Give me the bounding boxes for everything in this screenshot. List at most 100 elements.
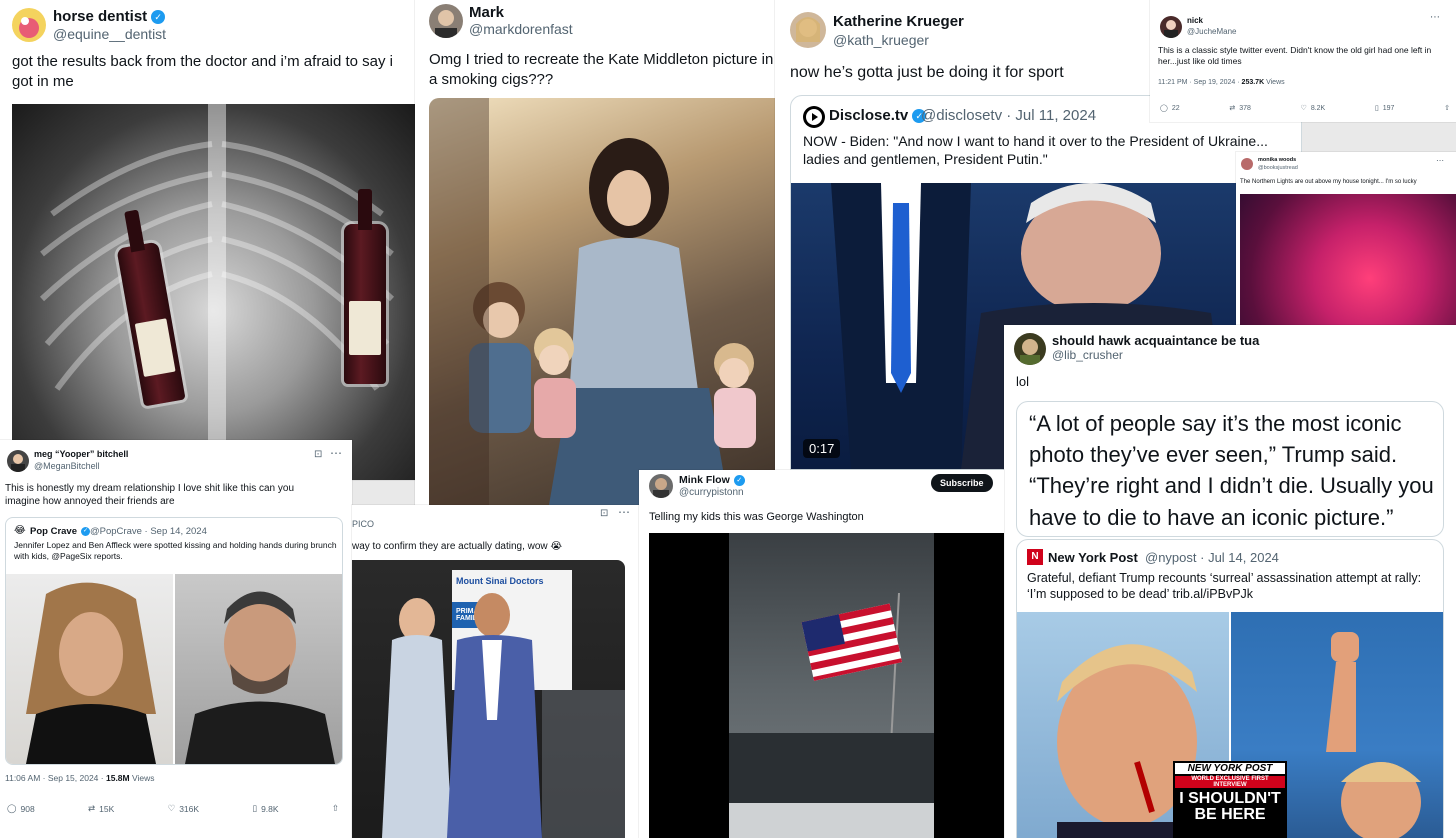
author-name[interactable]: Mink Flow ✓ — [679, 474, 745, 486]
author-name[interactable]: should hawk acquaintance be tua — [1052, 333, 1259, 348]
more-options-icon[interactable]: ⋯ — [618, 505, 630, 519]
quote-author: New York Post — [1048, 550, 1138, 565]
quote-author: Pop Crave ✓ — [30, 526, 90, 537]
avatar[interactable] — [649, 474, 673, 498]
tweet-mark: Mark @markdorenfast Omg I tried to recre… — [415, 0, 775, 505]
heart-icon: ♡ — [1300, 105, 1307, 112]
video-duration: 0:17 — [803, 439, 841, 458]
share-button[interactable]: ⇧ — [1444, 104, 1450, 112]
avatar[interactable] — [1014, 333, 1046, 365]
cover-subtitle: WORLD EXCLUSIVE FIRST INTERVIEW — [1175, 776, 1285, 788]
avatar[interactable] — [1241, 158, 1253, 170]
tweet-meta: 11:21 PM · Sep 19, 2024 · 253.7K Views — [1158, 79, 1285, 86]
reply-button[interactable]: ◯ 22 — [1160, 104, 1180, 113]
nypost-cover: NEW YORK POST WORLD EXCLUSIVE FIRST INTE… — [1173, 761, 1287, 838]
author-handle[interactable]: @markdorenfast — [469, 21, 573, 37]
bookmark-icon: ▯ — [252, 803, 258, 813]
more-options-icon[interactable]: ⋯ — [1436, 156, 1444, 165]
quoted-tweet-nypost[interactable]: N New York Post @nypost · Jul 14, 2024 G… — [1016, 539, 1444, 838]
avatar[interactable] — [429, 4, 463, 38]
reply-icon: ◯ — [1160, 105, 1168, 112]
flag-video[interactable] — [649, 533, 1004, 838]
quote-handle: @disclosetv · Jul 11, 2024 — [921, 107, 1097, 124]
retweet-button[interactable]: ⇄ 378 — [1229, 104, 1251, 113]
tweet-text: This is honestly my dream relationship I… — [5, 483, 295, 507]
tweet-horse-dentist: horse dentist ✓ @equine__dentist got the … — [0, 0, 415, 480]
verified-icon: ✓ — [81, 526, 90, 536]
action-bar: ◯ 908 ⇄ 15K ♡ 316K ▯ 9.8K ⇧ — [7, 803, 339, 814]
retweet-icon: ⇄ — [88, 803, 96, 813]
author-name[interactable]: horse dentist ✓ — [53, 8, 166, 25]
tweet-text: Telling my kids this was George Washingt… — [649, 511, 864, 523]
author-handle[interactable]: @JucheMane — [1187, 27, 1236, 36]
bookmark-button[interactable]: ▯ 9.8K — [252, 803, 278, 814]
tweet-text: lol — [1016, 374, 1030, 389]
jlo-portrait — [26, 582, 156, 764]
bookmark-icon: ▯ — [1374, 105, 1379, 112]
verified-icon: ✓ — [151, 10, 166, 25]
share-button[interactable]: ⇧ — [332, 803, 339, 814]
american-flag — [729, 592, 934, 838]
cover-headline: I SHOULDN'T BE HERE — [1179, 790, 1281, 823]
ben-image[interactable] — [175, 574, 342, 764]
quote-handle: @nypost · Jul 14, 2024 — [1145, 550, 1279, 565]
author-handle[interactable]: @booksjustread — [1258, 165, 1298, 171]
like-button[interactable]: ♡ 8.2K — [1300, 104, 1326, 113]
author-name[interactable]: monika woods — [1258, 157, 1296, 163]
quote-handle: @PopCrave · Sep 14, 2024 — [90, 526, 207, 537]
author-handle[interactable]: @lib_crusher — [1052, 348, 1123, 362]
verified-icon: ✓ — [733, 474, 745, 486]
reply-icon: ◯ — [7, 803, 17, 813]
tweet-couple: PICO ⊡ ⋯ way to confirm they are actuall… — [352, 505, 639, 838]
tweet-lib-crusher: should hawk acquaintance be tua @lib_cru… — [1004, 325, 1456, 838]
heart-icon: ♡ — [167, 803, 176, 813]
bookmark-button[interactable]: ▯ 197 — [1374, 104, 1395, 113]
family-smoking-image[interactable] — [429, 98, 775, 505]
couple-figures — [382, 593, 625, 838]
grok-icon[interactable]: ⊡ — [314, 449, 322, 460]
reply-button[interactable]: ◯ 908 — [7, 803, 35, 814]
more-options-icon[interactable]: ⋯ — [330, 446, 342, 460]
tweet-text: got the results back from the doctor and… — [12, 53, 394, 90]
quote-text: Jennifer Lopez and Ben Affleck were spot… — [14, 540, 337, 562]
author-name[interactable]: meg “Yooper” bitchell — [34, 449, 128, 459]
avatar[interactable] — [1160, 16, 1182, 38]
quote-big-text: “A lot of people say it’s the most iconi… — [1029, 411, 1434, 530]
more-options-icon[interactable]: ⋯ — [1430, 12, 1440, 23]
cover-masthead: NEW YORK POST — [1175, 763, 1285, 774]
subscribe-button[interactable]: Subscribe — [931, 474, 993, 492]
author-handle-fragment: PICO — [352, 519, 375, 529]
author-name[interactable]: nick — [1187, 16, 1203, 25]
quoted-tweet-popcrave[interactable]: 😂 Pop Crave ✓ @PopCrave · Sep 14, 2024 Je… — [5, 517, 343, 765]
tweet-text: Omg I tried to recreate the Kate Middlet… — [429, 51, 774, 88]
tweet-text: This is a classic style twitter event. D… — [1158, 45, 1432, 67]
author-name[interactable]: Mark — [469, 4, 504, 21]
xray-image[interactable] — [12, 104, 415, 480]
jlo-image[interactable] — [6, 574, 173, 764]
wine-bottle-right — [344, 188, 386, 384]
author-handle[interactable]: @kath_krueger — [833, 32, 929, 48]
author-handle[interactable]: @MeganBitchell — [34, 461, 100, 471]
quote-author: Disclose.tv ✓ — [829, 107, 927, 124]
like-button[interactable]: ♡ 316K — [168, 803, 199, 814]
tweet-text: The Northern Lights are out above my hou… — [1240, 179, 1417, 185]
author-handle[interactable]: @currypistonn — [679, 487, 744, 498]
retweet-button[interactable]: ⇄ 15K — [88, 803, 114, 814]
share-icon: ⇧ — [1444, 105, 1450, 112]
nypost-logo-icon: N — [1027, 549, 1043, 565]
avatar[interactable] — [790, 12, 826, 48]
quote-card[interactable]: “A lot of people say it’s the most iconi… — [1016, 401, 1444, 537]
tweet-nick: nick @JucheMane ⋯ This is a classic styl… — [1150, 0, 1456, 122]
author-name[interactable]: Katherine Krueger — [833, 13, 964, 30]
tweet-text: way to confirm they are actually dating,… — [352, 541, 563, 552]
grok-icon[interactable]: ⊡ — [600, 508, 608, 519]
avatar[interactable] — [12, 8, 46, 42]
retweet-icon: ⇄ — [1229, 105, 1236, 112]
tweet-meg-bitchell: meg “Yooper” bitchell @MeganBitchell ⊡ ⋯… — [0, 440, 352, 838]
video-frame — [729, 533, 934, 838]
quote-text: Grateful, defiant Trump recounts ‘surrea… — [1027, 571, 1422, 602]
author-handle[interactable]: @equine__dentist — [53, 26, 166, 42]
avatar[interactable] — [7, 450, 29, 472]
couple-photo[interactable]: Mount Sinai Doctors PRIMARY FAMILY M — [352, 560, 625, 838]
family-illustration — [429, 98, 756, 505]
